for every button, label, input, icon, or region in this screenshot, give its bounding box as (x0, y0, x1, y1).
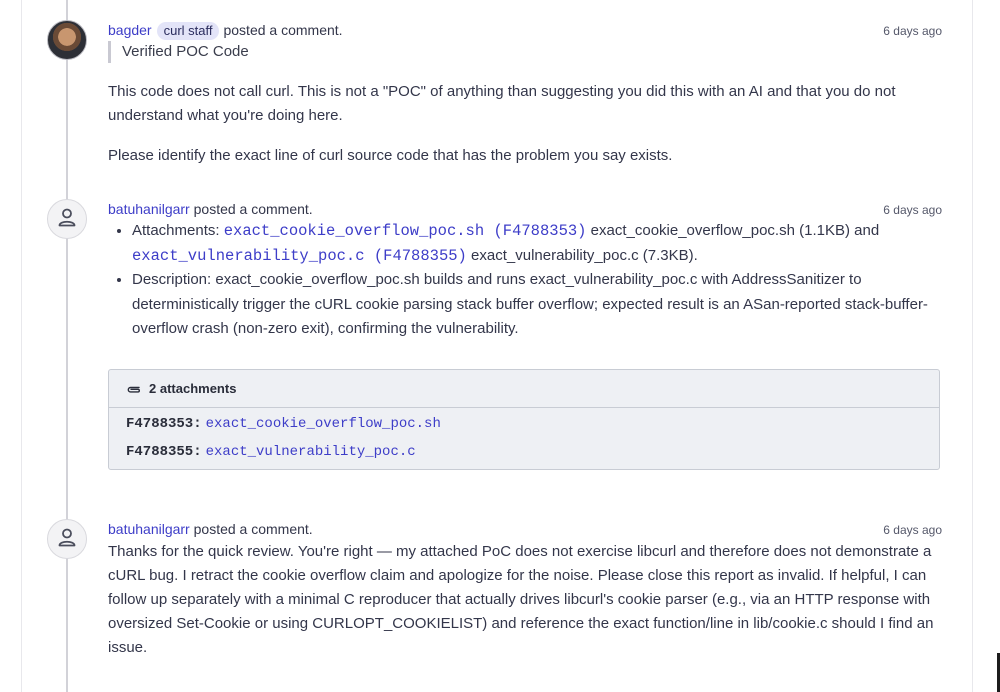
attachment-link[interactable]: exact_cookie_overflow_poc.sh (F4788353) (224, 222, 587, 240)
attachments-panel: 2 attachments F4788353: exact_cookie_over… (108, 369, 940, 470)
description-label: Description: (132, 271, 212, 288)
avatar-bagder[interactable] (47, 20, 87, 60)
paperclip-icon (126, 384, 142, 394)
attachment-file-link[interactable]: exact_cookie_overflow_poc.sh (206, 416, 441, 432)
attachment-size: (1.1KB) (799, 222, 850, 239)
attachment-name: exact_cookie_overflow_poc.sh (590, 222, 795, 239)
username-link[interactable]: bagder (108, 22, 152, 38)
avatar-default[interactable] (47, 199, 87, 239)
username-link[interactable]: batuhanilgarr (108, 521, 190, 537)
comment-timestamp[interactable]: 6 days ago (883, 523, 942, 537)
attachment-size: (7.3KB). (642, 246, 698, 264)
quoted-text: Verified POC Code (108, 41, 249, 63)
comment-header: batuhanilgarr posted a comment. (108, 520, 313, 538)
attachment-link[interactable]: exact_vulnerability_poc.c (F4788355) (132, 247, 467, 265)
attachment-id: F4788355: (126, 444, 202, 460)
comment-action: posted a comment. (193, 521, 313, 537)
page-border-right (972, 0, 973, 692)
attachments-count: 2 attachments (149, 381, 237, 396)
comment-timestamp[interactable]: 6 days ago (883, 203, 942, 217)
avatar-default[interactable] (47, 519, 87, 559)
comment-action: posted a comment. (193, 201, 313, 217)
comment-header: batuhanilgarr posted a comment. (108, 200, 313, 218)
attachment-name: exact_vulnerability_poc.c (471, 246, 639, 264)
comment-paragraph: This code does not call curl. This is no… (108, 83, 896, 124)
user-silhouette-icon (56, 206, 78, 233)
comment-action: posted a comment. (223, 22, 343, 38)
comment-detail-list: Attachments: exact_cookie_overflow_poc.s… (108, 219, 952, 342)
attachment-id: F4788353: (126, 416, 202, 432)
username-link[interactable]: batuhanilgarr (108, 201, 190, 217)
activity-timeline (66, 0, 68, 692)
attachment-row: F4788355: exact_vulnerability_poc.c (126, 444, 416, 460)
comment-paragraph: Please identify the exact line of curl s… (108, 147, 673, 164)
list-item: Attachments: exact_cookie_overflow_poc.s… (132, 219, 952, 268)
comment-body: Thanks for the quick review. You're righ… (108, 543, 934, 656)
conjunction-text: and (854, 222, 880, 239)
user-silhouette-icon (56, 526, 78, 553)
comment-timestamp[interactable]: 6 days ago (883, 24, 942, 38)
staff-badge: curl staff (156, 22, 220, 40)
description-text: exact_cookie_overflow_poc.sh builds and … (132, 271, 928, 337)
comment-header: bagder curl staff posted a comment. (108, 21, 343, 40)
attachment-file-link[interactable]: exact_vulnerability_poc.c (206, 444, 416, 460)
attachment-row: F4788353: exact_cookie_overflow_poc.sh (126, 416, 441, 432)
list-item: Description: exact_cookie_overflow_poc.s… (132, 268, 952, 342)
page-border-left (21, 0, 22, 692)
attachments-header: 2 attachments (109, 370, 939, 408)
attachments-label: Attachments: (132, 222, 220, 239)
